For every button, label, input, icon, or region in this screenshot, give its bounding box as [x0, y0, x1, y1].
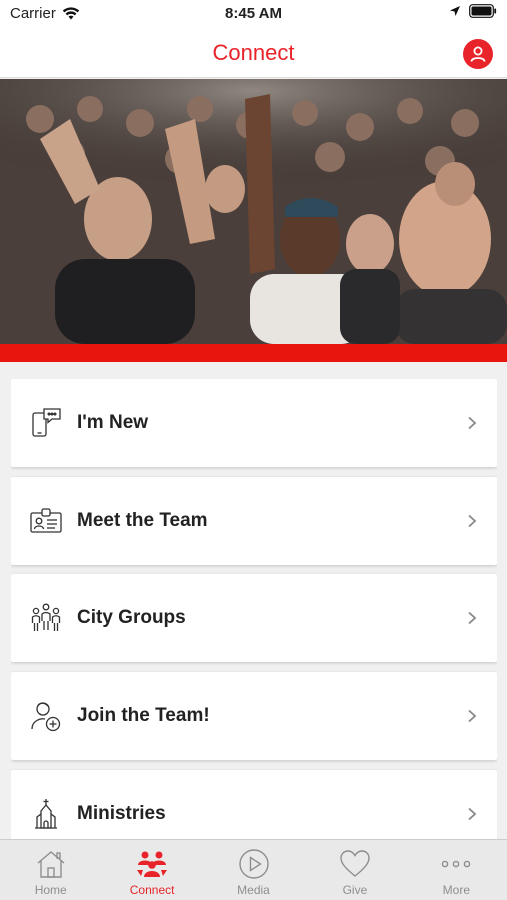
person-add-icon	[29, 699, 63, 733]
page-title: Connect	[212, 40, 295, 65]
tab-media[interactable]: Media	[203, 840, 304, 900]
heart-icon	[338, 848, 372, 880]
tab-label: Give	[342, 883, 368, 897]
person-icon	[470, 46, 486, 62]
menu-item-im-new[interactable]: I'm New	[11, 379, 497, 467]
chevron-right-icon	[468, 514, 477, 527]
location-arrow-icon	[450, 6, 460, 16]
connect-menu-list: I'm New Meet the Team City Groups Join t…	[11, 379, 497, 839]
tab-home[interactable]: Home	[0, 840, 101, 900]
menu-item-label: I'm New	[77, 412, 149, 433]
menu-item-ministries[interactable]: Ministries	[11, 769, 497, 839]
menu-item-label: Meet the Team	[77, 509, 208, 531]
status-bar: Carrier 8:45 AM	[0, 0, 507, 30]
tab-label: Home	[34, 883, 67, 897]
phone-chat-icon	[29, 406, 63, 440]
chevron-right-icon	[468, 709, 477, 723]
tab-connect[interactable]: Connect	[101, 840, 202, 900]
status-time: 8:45 AM	[225, 5, 282, 22]
id-card-icon	[29, 504, 63, 538]
menu-item-city-groups[interactable]: City Groups	[11, 574, 497, 663]
tab-label: Media	[237, 883, 270, 897]
hero-accent-stripe	[0, 344, 507, 362]
tab-give[interactable]: Give	[304, 840, 405, 900]
profile-button[interactable]	[463, 39, 493, 69]
crowd-photo	[0, 79, 507, 344]
tab-bar: Home Connect Media Give More	[0, 839, 507, 900]
play-icon	[237, 848, 271, 880]
church-icon	[29, 797, 63, 831]
hero-image	[0, 79, 507, 344]
menu-item-label: Join the Team!	[77, 705, 210, 727]
more-dots-icon	[439, 848, 473, 880]
chevron-right-icon	[468, 416, 477, 430]
menu-item-meet-the-team[interactable]: Meet the Team	[11, 476, 497, 565]
tab-more[interactable]: More	[406, 840, 507, 900]
chevron-right-icon	[468, 807, 477, 820]
status-right	[449, 4, 497, 18]
tab-label: Connect	[129, 883, 175, 897]
menu-item-label: Ministries	[77, 802, 166, 824]
tab-label: More	[442, 883, 470, 897]
navigation-bar: Connect	[0, 30, 507, 78]
battery-icon	[469, 4, 497, 18]
menu-item-join-the-team[interactable]: Join the Team!	[11, 672, 497, 761]
chevron-right-icon	[468, 612, 477, 625]
group-people-icon	[29, 601, 63, 635]
people-icon	[135, 848, 169, 880]
home-icon	[34, 848, 68, 880]
menu-item-label: City Groups	[77, 607, 186, 629]
